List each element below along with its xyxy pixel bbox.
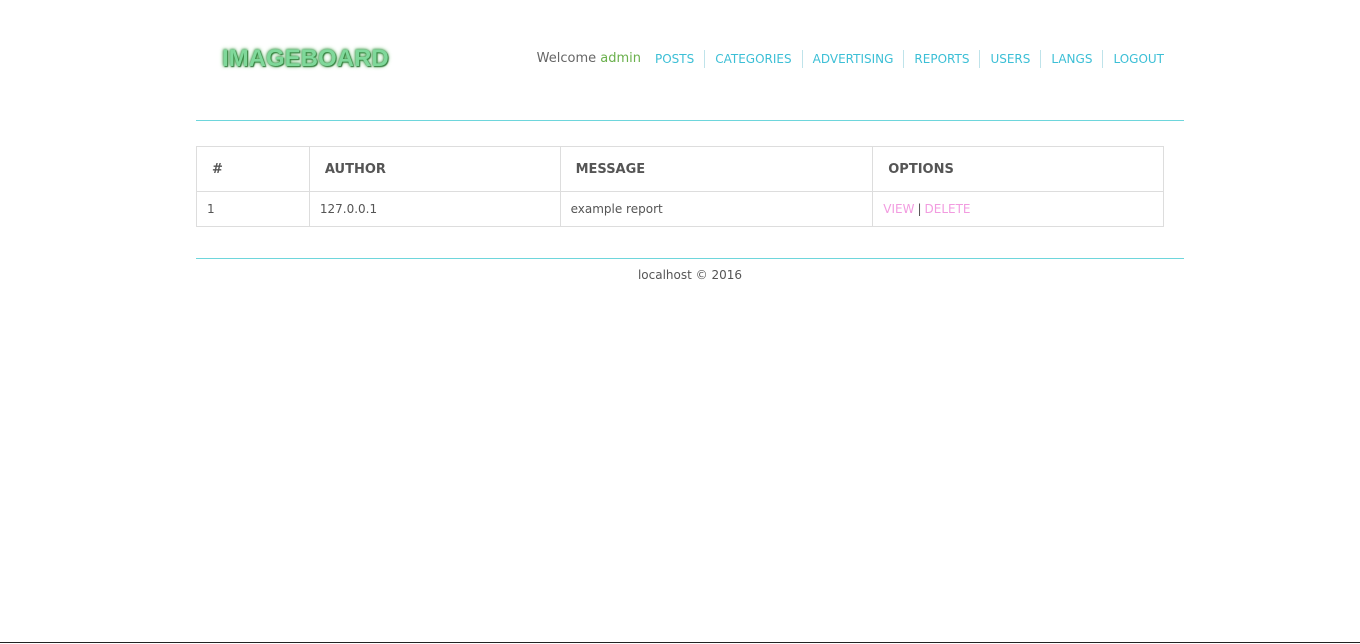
column-header-message: MESSAGE bbox=[559, 146, 874, 192]
cell-number: 1 bbox=[196, 191, 310, 227]
nav-categories[interactable]: CATEGORIES bbox=[704, 50, 801, 68]
nav-users[interactable]: USERS bbox=[979, 50, 1040, 68]
page: IMAGEBOARD Welcome admin POSTS CATEGORIE… bbox=[0, 0, 1360, 643]
column-header-number: # bbox=[196, 146, 310, 192]
top-navigation: Welcome admin POSTS CATEGORIES ADVERTISI… bbox=[537, 50, 1164, 68]
footer-copyright: localhost © 2016 bbox=[637, 268, 743, 282]
cell-options: VIEW | DELETE bbox=[872, 191, 1164, 227]
nav-langs[interactable]: LANGS bbox=[1040, 50, 1102, 68]
table-header-row: # AUTHOR MESSAGE OPTIONS bbox=[196, 146, 1164, 192]
view-report-link[interactable]: VIEW bbox=[883, 202, 914, 216]
nav-logout[interactable]: LOGOUT bbox=[1102, 50, 1164, 68]
site-logo[interactable]: IMAGEBOARD bbox=[222, 44, 389, 74]
cell-message: example report bbox=[559, 191, 874, 227]
nav-advertising[interactable]: ADVERTISING bbox=[801, 50, 904, 68]
column-header-author: AUTHOR bbox=[308, 146, 561, 192]
welcome-message: Welcome admin bbox=[537, 50, 641, 68]
nav-posts[interactable]: POSTS bbox=[645, 50, 704, 68]
cell-author: 127.0.0.1 bbox=[308, 191, 561, 227]
welcome-username: admin bbox=[600, 51, 641, 66]
delete-report-link[interactable]: DELETE bbox=[925, 202, 971, 216]
table-row: 1 127.0.0.1 example report VIEW | DELETE bbox=[196, 191, 1164, 227]
nav-reports[interactable]: REPORTS bbox=[903, 50, 979, 68]
header-divider bbox=[196, 120, 1184, 121]
reports-table: # AUTHOR MESSAGE OPTIONS 1 127.0.0.1 exa… bbox=[196, 146, 1164, 227]
welcome-prefix: Welcome bbox=[536, 51, 597, 66]
options-separator: | bbox=[917, 202, 922, 216]
footer-divider bbox=[196, 258, 1184, 259]
column-header-options: OPTIONS bbox=[872, 146, 1164, 192]
